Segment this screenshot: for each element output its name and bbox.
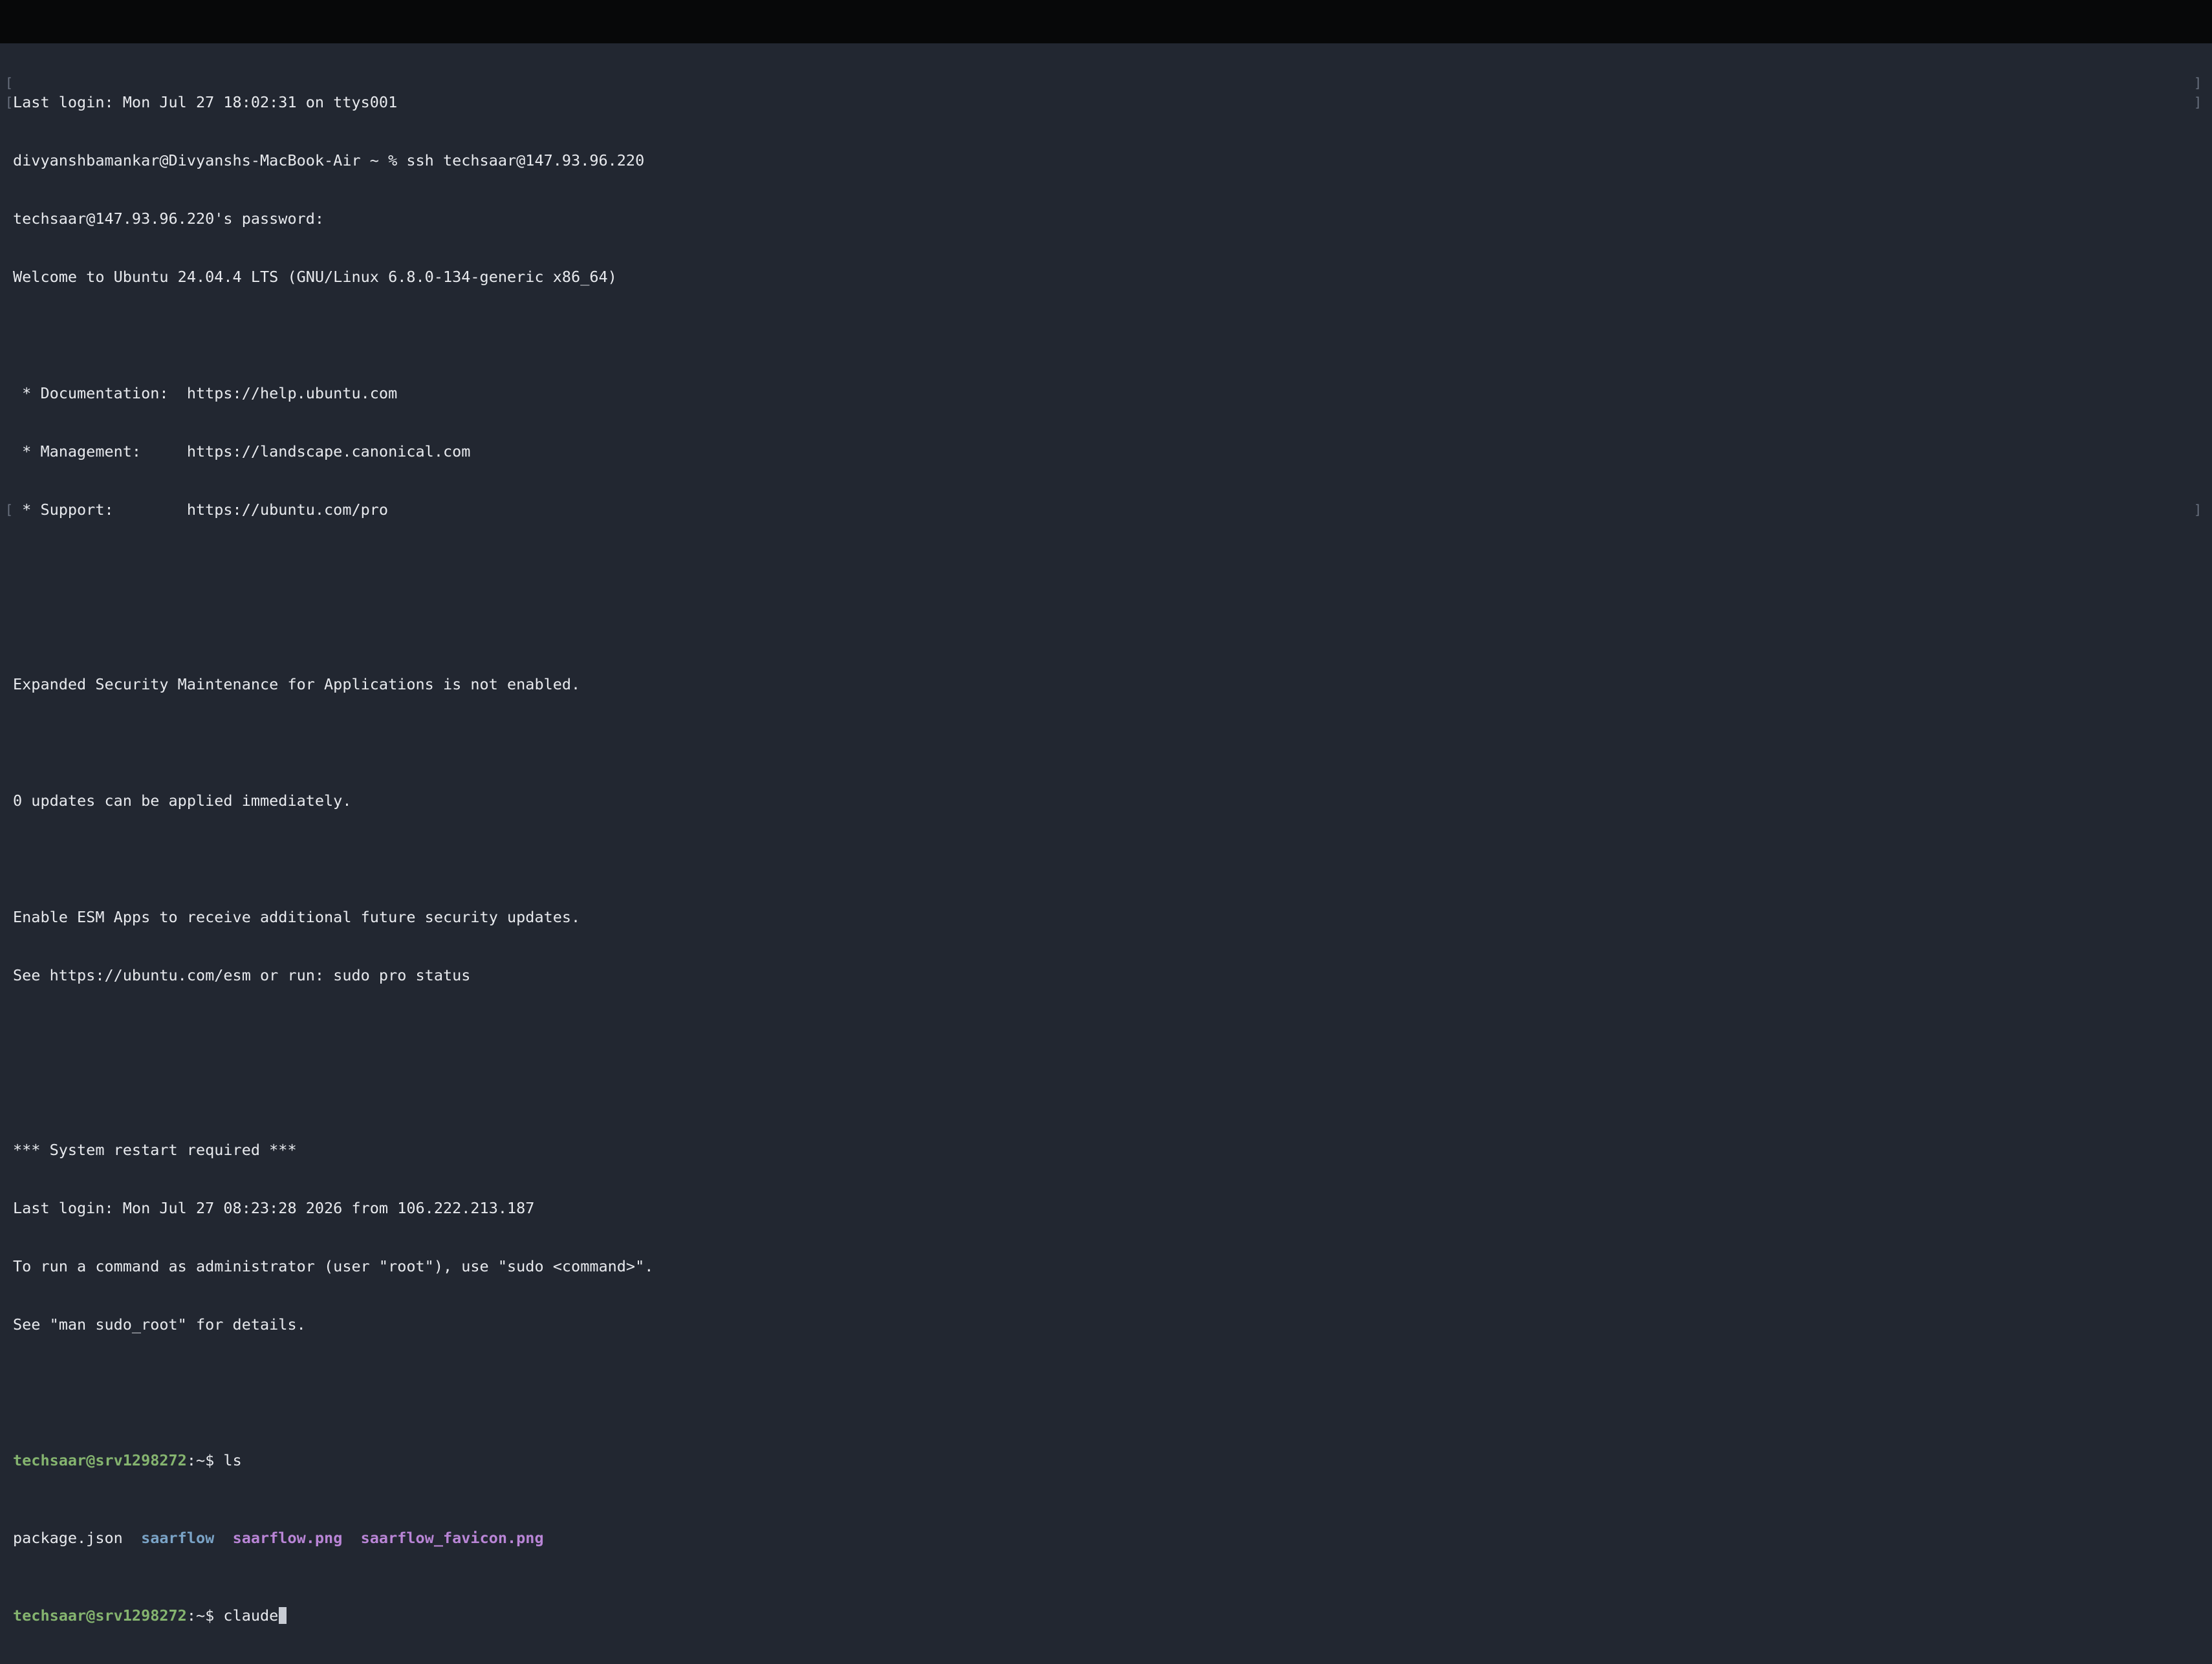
output-line: Enable ESM Apps to receive additional fu…	[13, 908, 581, 926]
mark-close: ]	[2193, 75, 2202, 91]
output-line: Last login: Mon Jul 27 18:02:31 on ttys0…	[13, 93, 398, 111]
mark-open: [	[5, 75, 14, 91]
output-line: techsaar@147.93.96.220's password:	[13, 210, 325, 228]
output-line: * Documentation: https://help.ubuntu.com	[13, 384, 398, 402]
prompt-user-host: techsaar@srv1298272	[13, 1451, 187, 1469]
terminal-output: Last login: Mon Jul 27 18:02:31 on ttys0…	[13, 54, 653, 1664]
command-input[interactable]: claude	[223, 1606, 278, 1625]
output-line: To run a command as administrator (user …	[13, 1257, 654, 1275]
terminal-window[interactable]: [ ] [ ] [ ] Last login: Mon Jul 27 18:02…	[0, 43, 2212, 1625]
prompt-line[interactable]: techsaar@srv1298272:~$ claude	[13, 1606, 653, 1625]
output-line: * Management: https://landscape.canonica…	[13, 442, 471, 460]
prompt-user-host: techsaar@srv1298272	[13, 1606, 187, 1625]
output-line: *** System restart required ***	[13, 1141, 297, 1159]
output-line: Welcome to Ubuntu 24.04.4 LTS (GNU/Linux…	[13, 268, 617, 286]
window-titlebar	[0, 0, 2212, 43]
prompt-suffix: :~$	[186, 1606, 224, 1625]
mark-open: [	[5, 502, 14, 517]
mark-close: ]	[2193, 502, 2202, 517]
command-text: ls	[223, 1451, 242, 1469]
output-line: See https://ubuntu.com/esm or run: sudo …	[13, 966, 471, 984]
ls-image-file: saarflow.png	[232, 1529, 343, 1547]
ls-directory: saarflow	[141, 1529, 215, 1547]
output-line: See "man sudo_root" for details.	[13, 1315, 306, 1334]
ls-output-line: package.json saarflow saarflow.png saarf…	[13, 1528, 653, 1548]
ls-image-file: saarflow_favicon.png	[360, 1529, 544, 1547]
prompt-line: techsaar@srv1298272:~$ ls	[13, 1451, 653, 1470]
text-cursor	[279, 1607, 287, 1624]
prompt-suffix: :~$	[186, 1451, 224, 1469]
output-line: divyanshbamankar@Divyanshs-MacBook-Air ~…	[13, 151, 645, 169]
output-line: 0 updates can be applied immediately.	[13, 792, 352, 810]
output-line: Last login: Mon Jul 27 08:23:28 2026 fro…	[13, 1199, 535, 1217]
ls-file: package.json	[13, 1529, 123, 1547]
mark-open: [	[5, 94, 14, 110]
output-line: Expanded Security Maintenance for Applic…	[13, 675, 581, 693]
output-line: * Support: https://ubuntu.com/pro	[13, 501, 389, 519]
mark-close: ]	[2193, 94, 2202, 110]
